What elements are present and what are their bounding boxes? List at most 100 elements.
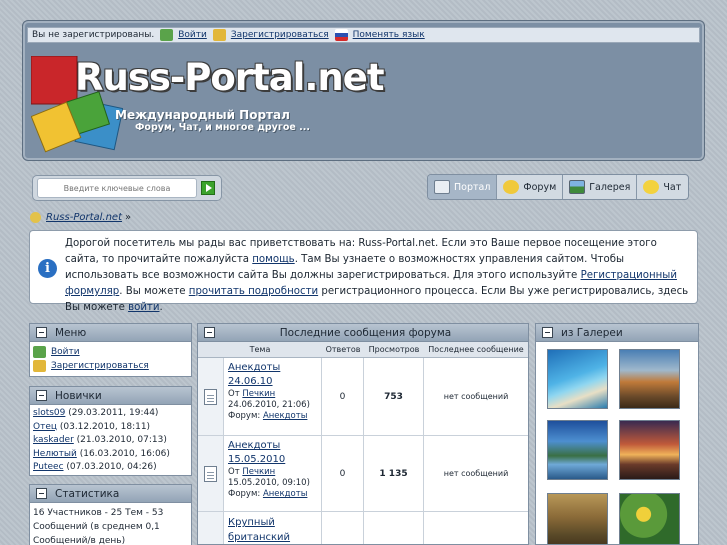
topic-title-link[interactable]: Крупный британский xyxy=(228,517,290,543)
collapse-icon[interactable] xyxy=(204,327,215,338)
gallery-thumbnail[interactable] xyxy=(619,420,680,480)
stats-line: 16 Участников - 25 Тем - 53 xyxy=(33,508,164,518)
login-icon xyxy=(33,346,46,358)
breadcrumb-home-link[interactable]: Russ-Portal.net xyxy=(46,212,122,223)
gallery-thumbnail[interactable] xyxy=(547,493,608,544)
login-link[interactable]: Войти xyxy=(160,29,207,41)
topic-icon-cell xyxy=(198,436,224,511)
tab-chat-label: Чат xyxy=(663,181,682,193)
tab-chat[interactable]: Чат xyxy=(637,175,687,199)
topic-title-link[interactable]: Анекдоты 15.05.2010 xyxy=(228,440,285,465)
stats-panel-header: Статистика xyxy=(30,485,191,503)
change-language-link[interactable]: Поменять язык xyxy=(334,29,425,41)
collapse-icon[interactable] xyxy=(36,488,47,499)
breadcrumb-separator: » xyxy=(125,212,132,223)
forum-icon xyxy=(503,180,520,194)
welcome-message: i Дорогой посетитель мы рады вас приветс… xyxy=(29,230,698,313)
author-link[interactable]: Печкин xyxy=(242,467,275,477)
menu-register-link[interactable]: Зарегистрироваться xyxy=(51,359,149,373)
register-icon xyxy=(212,29,226,41)
change-language-label[interactable]: Поменять язык xyxy=(353,30,425,40)
read-details-link[interactable]: прочитать подробности xyxy=(189,286,318,297)
search-input[interactable] xyxy=(37,178,197,198)
newbie-date: (16.03.2010, 16:06) xyxy=(76,448,170,459)
collapse-icon[interactable] xyxy=(36,327,47,338)
forum-label: Форум: xyxy=(228,489,261,499)
not-registered-text: Вы не зарегистрированы. xyxy=(32,30,155,40)
home-icon xyxy=(30,212,41,223)
forum-link[interactable]: Анекдоты xyxy=(263,411,307,421)
newbie-link[interactable]: Нелютый xyxy=(33,449,77,459)
portal-icon xyxy=(434,180,450,194)
newbie-link[interactable]: Отец xyxy=(33,422,57,432)
from-label: От xyxy=(228,467,240,477)
menu-login-link[interactable]: Войти xyxy=(51,345,80,359)
topic-icon-cell xyxy=(198,512,224,544)
topic-date: 15.05.2010, 09:10) xyxy=(228,478,310,488)
newbie-link[interactable]: Putеес xyxy=(33,462,64,472)
topic-title-link[interactable]: Анекдоты 24.06.10 xyxy=(228,362,280,387)
forum-panel-title: Последние сообщения форума xyxy=(279,326,452,339)
user-bar: Вы не зарегистрированы. Войти Зарегистри… xyxy=(27,27,700,43)
collapse-icon[interactable] xyxy=(542,327,553,338)
gallery-panel: из Галереи xyxy=(535,323,699,545)
menu-panel-header: Меню xyxy=(30,324,191,342)
tab-gallery-label: Галерея xyxy=(589,181,631,193)
views-count: 753 xyxy=(364,358,424,435)
logo-tagline: Форум, Чат, и многое другое ... xyxy=(135,122,310,133)
newbie-date: (21.03.2010, 07:13) xyxy=(73,435,167,445)
newbies-panel-title: Новички xyxy=(55,389,102,402)
gallery-thumbnail[interactable] xyxy=(547,349,608,409)
welcome-login-link[interactable]: войти xyxy=(128,302,159,313)
register-link[interactable]: Зарегистрироваться xyxy=(212,29,329,41)
column-header-answers: Ответов xyxy=(325,345,361,354)
search-box xyxy=(32,175,222,201)
tab-portal-label: Портал xyxy=(454,181,491,193)
register-link-label[interactable]: Зарегистрироваться xyxy=(231,30,329,40)
menu-login-item[interactable]: Войти xyxy=(33,345,188,359)
document-icon xyxy=(204,465,217,482)
views-count xyxy=(364,512,424,544)
newbie-date: (07.03.2010, 04:26) xyxy=(63,462,157,472)
forum-label: Форум: xyxy=(228,411,261,421)
topic-cell: Анекдоты 15.05.2010 От Печкин 15.05.2010… xyxy=(224,436,322,511)
welcome-text-part: . Вы можете xyxy=(119,286,189,297)
newbie-date: (29.03.2011, 19:44) xyxy=(65,408,159,418)
menu-panel: Меню Войти Зарегистрироваться xyxy=(29,323,192,377)
gallery-thumbnail[interactable] xyxy=(619,349,680,409)
chat-icon xyxy=(643,180,660,194)
menu-register-item[interactable]: Зарегистрироваться xyxy=(33,359,188,373)
login-link-label[interactable]: Войти xyxy=(178,30,207,40)
last-post xyxy=(424,512,528,544)
logo-title[interactable]: Russ-Portal.net xyxy=(75,56,385,99)
topic-cell: Анекдоты 24.06.10 От Печкин 24.06.2010, … xyxy=(224,358,322,435)
last-post: нет сообщений xyxy=(443,469,509,478)
column-header-last-post: Последнее сообщение xyxy=(428,345,524,354)
breadcrumb: Russ-Portal.net » xyxy=(30,212,131,223)
newbie-link[interactable]: kaskader xyxy=(33,435,74,445)
table-row: Крупный британский xyxy=(198,512,528,544)
list-item: Putеес (07.03.2010, 04:26) xyxy=(33,461,188,475)
tab-forum-label: Форум xyxy=(523,181,557,193)
tab-forum[interactable]: Форум xyxy=(497,175,564,199)
newbie-date: (03.12.2010, 18:11) xyxy=(57,421,151,432)
gallery-panel-title: из Галереи xyxy=(561,326,623,339)
help-link[interactable]: помощь xyxy=(252,254,294,265)
flag-icon xyxy=(334,29,348,41)
tab-gallery[interactable]: Галерея xyxy=(563,175,638,199)
answers-count xyxy=(322,512,364,544)
forum-link[interactable]: Анекдоты xyxy=(263,489,307,499)
column-header-theme: Тема xyxy=(249,345,271,354)
collapse-icon[interactable] xyxy=(36,390,47,401)
search-go-button[interactable] xyxy=(201,181,215,195)
author-link[interactable]: Печкин xyxy=(242,389,275,399)
newbie-link[interactable]: slots09 xyxy=(33,408,65,418)
gallery-thumbnail[interactable] xyxy=(619,493,680,544)
gallery-thumbnail[interactable] xyxy=(547,420,608,480)
table-row: Анекдоты 24.06.10 От Печкин 24.06.2010, … xyxy=(198,358,528,436)
tab-portal[interactable]: Портал xyxy=(428,175,498,199)
login-icon xyxy=(160,29,174,41)
stats-line: Сообщений/в день) xyxy=(33,536,126,545)
last-post: нет сообщений xyxy=(443,392,509,401)
answers-count: 0 xyxy=(322,436,364,511)
